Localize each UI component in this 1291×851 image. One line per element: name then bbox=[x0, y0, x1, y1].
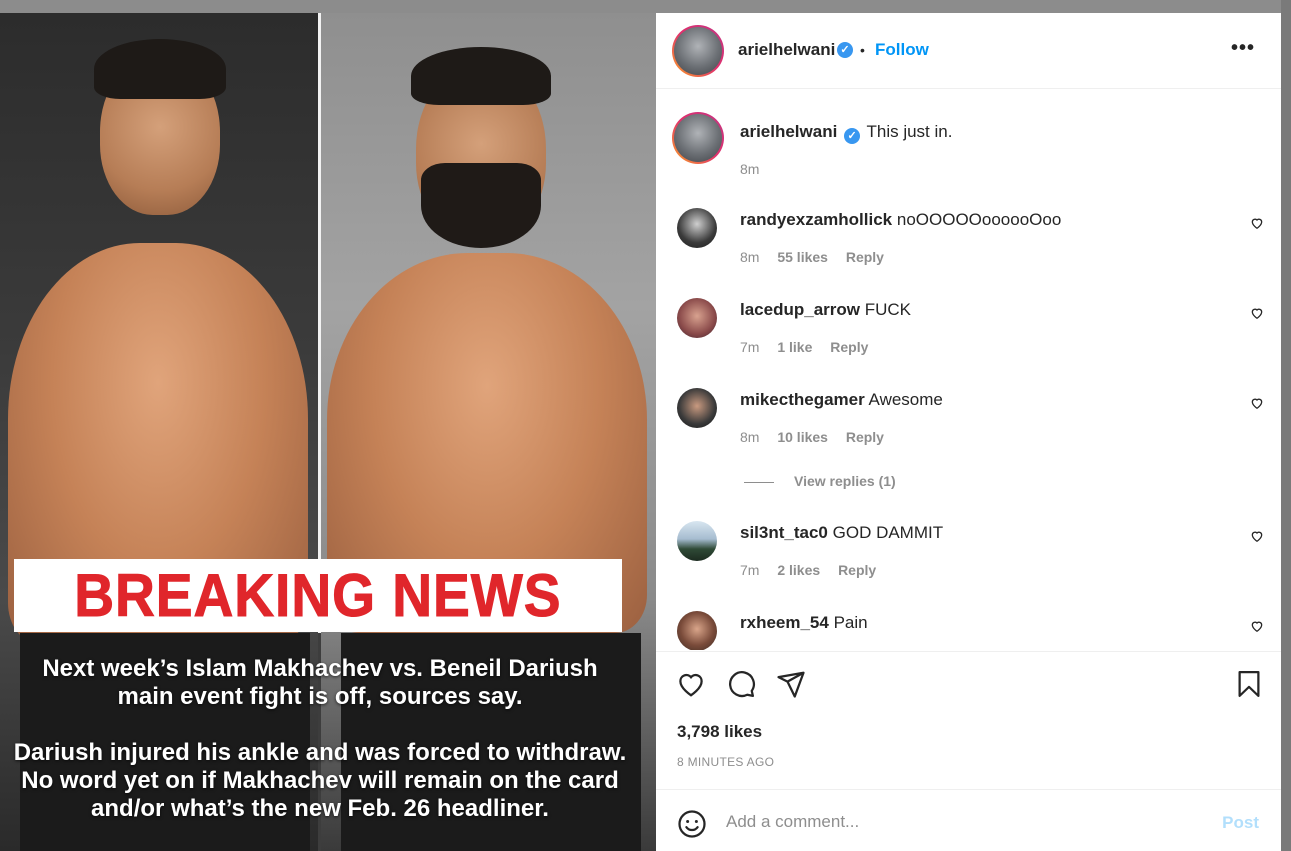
image-caption-line: No word yet on if Makhachev will remain … bbox=[21, 767, 619, 794]
comments-list: arielhelwani ✓ This just in. 8m randyexz… bbox=[656, 90, 1281, 650]
view-replies-label: View replies (1) bbox=[794, 473, 896, 489]
comment-text: rxheem_54 Pain bbox=[740, 613, 868, 633]
commenter-avatar[interactable] bbox=[677, 298, 717, 338]
image-caption-line: main event fight is off, sources say. bbox=[117, 683, 523, 710]
share-icon[interactable] bbox=[776, 669, 806, 699]
post-timestamp: 8 MINUTES AGO bbox=[677, 755, 775, 769]
comment-like-icon[interactable] bbox=[1250, 529, 1264, 543]
comment-icon[interactable] bbox=[726, 669, 756, 699]
verified-badge-icon: ✓ bbox=[844, 128, 861, 144]
comment-meta: 8m 10 likes Reply bbox=[740, 429, 898, 445]
page-gutter bbox=[1281, 0, 1291, 851]
comment-time: 8m bbox=[740, 429, 760, 445]
comment-body: GOD DAMMIT bbox=[832, 523, 944, 542]
reply-button[interactable]: Reply bbox=[846, 429, 884, 445]
caption-time: 8m bbox=[740, 161, 760, 177]
caption-username[interactable]: arielhelwani bbox=[740, 122, 837, 141]
more-options-icon[interactable]: ••• bbox=[1231, 37, 1255, 60]
comment-time: 8m bbox=[740, 249, 760, 265]
comment-like-icon[interactable] bbox=[1250, 619, 1264, 633]
image-caption-line: Next week’s Islam Makhachev vs. Beneil D… bbox=[42, 655, 598, 682]
comment-like-icon[interactable] bbox=[1250, 216, 1264, 230]
caption-body: This just in. bbox=[866, 122, 953, 141]
breaking-news-text: BREAKING NEWS bbox=[74, 562, 562, 630]
commenter-avatar[interactable] bbox=[677, 208, 717, 248]
comment-like-icon[interactable] bbox=[1250, 396, 1264, 410]
commenter-username[interactable]: mikecthegamer bbox=[740, 390, 865, 409]
author-avatar[interactable] bbox=[672, 25, 724, 77]
post-side-panel: arielhelwani ✓ • Follow ••• arielhelwani… bbox=[656, 13, 1281, 851]
replies-line bbox=[744, 481, 774, 483]
commenter-avatar[interactable] bbox=[677, 521, 717, 561]
post-comment-button[interactable]: Post bbox=[1222, 813, 1259, 833]
post-header: arielhelwani ✓ • Follow ••• bbox=[656, 13, 1281, 89]
commenter-username[interactable]: rxheem_54 bbox=[740, 613, 829, 632]
image-caption-line: and/or what’s the new Feb. 26 headliner. bbox=[91, 795, 549, 822]
breaking-news-banner: BREAKING NEWS bbox=[14, 559, 622, 632]
emoji-icon[interactable] bbox=[677, 809, 707, 839]
image-caption-primary: Next week’s Islam Makhachev vs. Beneil D… bbox=[0, 655, 640, 711]
commenter-username[interactable]: sil3nt_tac0 bbox=[740, 523, 828, 542]
comment-body: noOOOOOoooooOoo bbox=[896, 210, 1062, 229]
likes-count[interactable]: 3,798 likes bbox=[677, 722, 762, 742]
author-avatar[interactable] bbox=[672, 112, 724, 164]
comment-text: mikecthegamer Awesome bbox=[740, 390, 943, 410]
commenter-username[interactable]: randyexzamhollick bbox=[740, 210, 892, 229]
comment-likes[interactable]: 1 like bbox=[777, 339, 812, 355]
comment-likes[interactable]: 10 likes bbox=[777, 429, 828, 445]
verified-badge-icon: ✓ bbox=[837, 42, 853, 58]
comment-body: Awesome bbox=[868, 390, 943, 409]
image-caption-line: Dariush injured his ankle and was forced… bbox=[13, 739, 627, 766]
comment-text: sil3nt_tac0 GOD DAMMIT bbox=[740, 523, 943, 543]
commenter-avatar[interactable] bbox=[677, 388, 717, 428]
caption-meta: 8m bbox=[740, 161, 773, 177]
background-top-nav bbox=[0, 0, 1291, 14]
save-icon[interactable] bbox=[1234, 669, 1264, 699]
comment-likes[interactable]: 2 likes bbox=[777, 562, 820, 578]
comment-input[interactable] bbox=[726, 810, 1206, 834]
author-username[interactable]: arielhelwani bbox=[738, 40, 835, 60]
add-comment-bar: Post bbox=[656, 789, 1281, 851]
comment-meta: 8m 55 likes Reply bbox=[740, 249, 898, 265]
comment-text: lacedup_arrow FUCK bbox=[740, 300, 911, 320]
caption-text: arielhelwani ✓ This just in. bbox=[740, 122, 953, 144]
comment-text: randyexzamhollick noOOOOOoooooOoo bbox=[740, 210, 1061, 230]
comment-time: 7m bbox=[740, 339, 760, 355]
comment-meta: 7m 1 like Reply bbox=[740, 339, 882, 355]
comment-like-icon[interactable] bbox=[1250, 306, 1264, 320]
like-icon[interactable] bbox=[676, 669, 706, 699]
reply-button[interactable]: Reply bbox=[846, 249, 884, 265]
post-actions: 3,798 likes 8 MINUTES AGO bbox=[656, 651, 1281, 801]
view-replies-button[interactable]: View replies (1) bbox=[744, 473, 896, 489]
reply-button[interactable]: Reply bbox=[838, 562, 876, 578]
header-separator: • bbox=[860, 42, 865, 58]
post-image: BREAKING NEWS Next week’s Islam Makhache… bbox=[0, 13, 656, 851]
comment-time: 7m bbox=[740, 562, 760, 578]
commenter-avatar[interactable] bbox=[677, 611, 717, 650]
follow-button[interactable]: Follow bbox=[875, 40, 929, 60]
reply-button[interactable]: Reply bbox=[830, 339, 868, 355]
fighter-right bbox=[321, 13, 656, 851]
image-caption-secondary: Dariush injured his ankle and was forced… bbox=[0, 739, 640, 823]
comment-body: Pain bbox=[833, 613, 868, 632]
fighter-left bbox=[0, 13, 318, 851]
commenter-username[interactable]: lacedup_arrow bbox=[740, 300, 860, 319]
comment-meta: 7m 2 likes Reply bbox=[740, 562, 890, 578]
comment-body: FUCK bbox=[864, 300, 912, 319]
comment-likes[interactable]: 55 likes bbox=[777, 249, 828, 265]
